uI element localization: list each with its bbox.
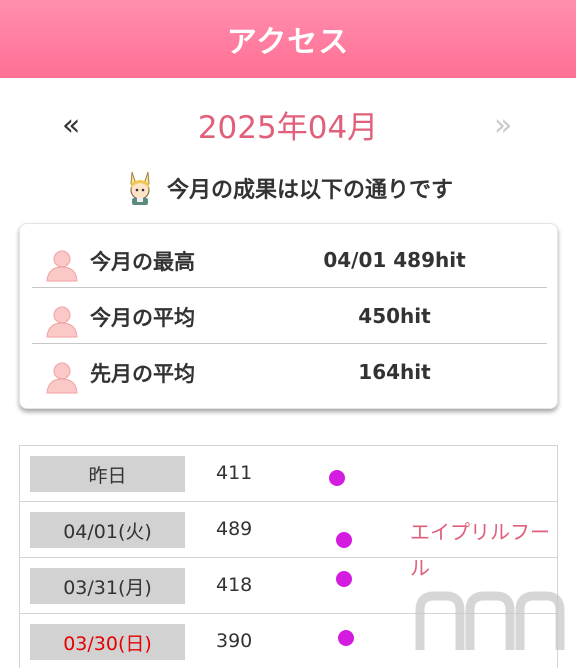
table-row: 昨日 411 bbox=[20, 446, 557, 502]
month-navigation: « 2025年04月 » bbox=[0, 96, 576, 152]
day-label: 昨日 bbox=[30, 456, 185, 492]
table-row: 04/01(火) 489 エイプリルフール bbox=[20, 502, 557, 580]
stat-label: 先月の平均 bbox=[90, 362, 195, 386]
day-label: 03/31(月) bbox=[30, 568, 185, 604]
bunny-icon bbox=[130, 171, 150, 205]
stat-row-last-month: 先月の平均 164hit bbox=[32, 344, 547, 400]
day-hits: 489 bbox=[216, 518, 253, 540]
stat-value: 164hit bbox=[358, 360, 431, 384]
hit-dot bbox=[336, 571, 352, 587]
hit-dot bbox=[329, 470, 345, 486]
day-hits: 418 bbox=[216, 574, 253, 596]
person-icon bbox=[46, 250, 78, 282]
stat-value: 450hit bbox=[358, 304, 431, 328]
summary-text: 今月の成果は以下の通りです bbox=[166, 178, 453, 203]
day-label: 03/30(日) bbox=[30, 624, 185, 660]
person-icon bbox=[46, 362, 78, 394]
day-hits: 390 bbox=[216, 630, 253, 652]
person-icon bbox=[46, 306, 78, 338]
page-header: アクセス bbox=[0, 0, 576, 78]
hit-dot bbox=[336, 532, 352, 548]
watermark-logo bbox=[415, 591, 565, 650]
stat-value: 04/01 489hit bbox=[323, 248, 466, 272]
page-title: アクセス bbox=[226, 25, 350, 60]
next-month-button[interactable]: » bbox=[494, 108, 512, 143]
summary-line: 今月の成果は以下の通りです bbox=[0, 168, 576, 208]
day-label: 04/01(火) bbox=[30, 512, 185, 548]
stat-row-average: 今月の平均 450hit bbox=[32, 288, 547, 344]
stat-label: 今月の平均 bbox=[90, 306, 195, 330]
stats-card: 今月の最高 04/01 489hit 今月の平均 450hit 先月の平均 16… bbox=[19, 223, 558, 409]
hit-dot bbox=[338, 630, 354, 646]
day-hits: 411 bbox=[216, 462, 253, 484]
stat-label: 今月の最高 bbox=[90, 250, 195, 274]
stat-row-best: 今月の最高 04/01 489hit bbox=[32, 232, 547, 288]
current-month: 2025年04月 bbox=[197, 110, 379, 146]
